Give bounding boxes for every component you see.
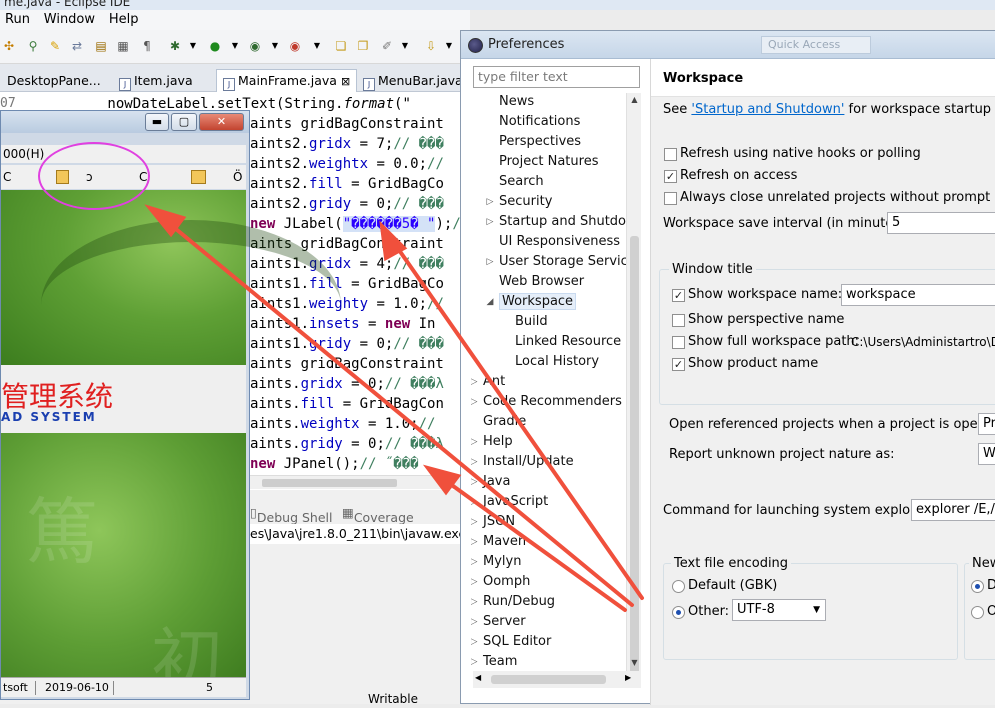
arrow-to-jpanel-comment bbox=[440, 476, 627, 612]
annotation-arrows bbox=[144, 204, 644, 612]
arrow-to-toolbar-icon bbox=[163, 218, 634, 607]
arrow-to-jlabel-string bbox=[390, 238, 644, 600]
